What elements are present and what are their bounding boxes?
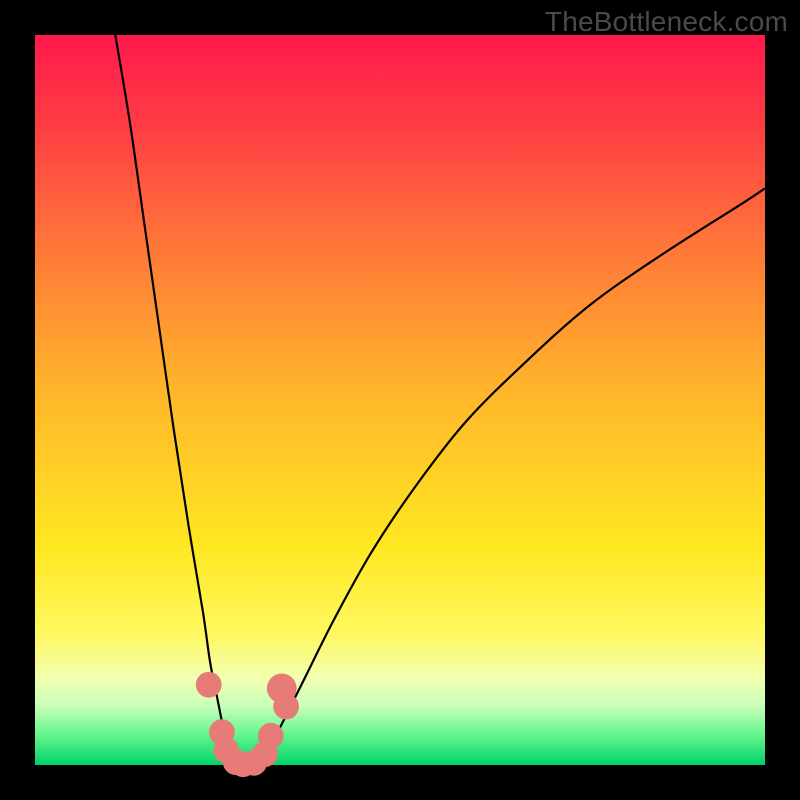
series-right-branch: [261, 188, 765, 761]
data-marker: [258, 723, 284, 749]
data-marker: [273, 694, 299, 720]
data-marker: [196, 672, 222, 698]
watermark-text: TheBottleneck.com: [545, 6, 788, 38]
series-left-branch: [115, 35, 232, 761]
plot-area: [35, 35, 765, 765]
curve-layer: [35, 35, 765, 765]
outer-frame: TheBottleneck.com: [0, 0, 800, 800]
